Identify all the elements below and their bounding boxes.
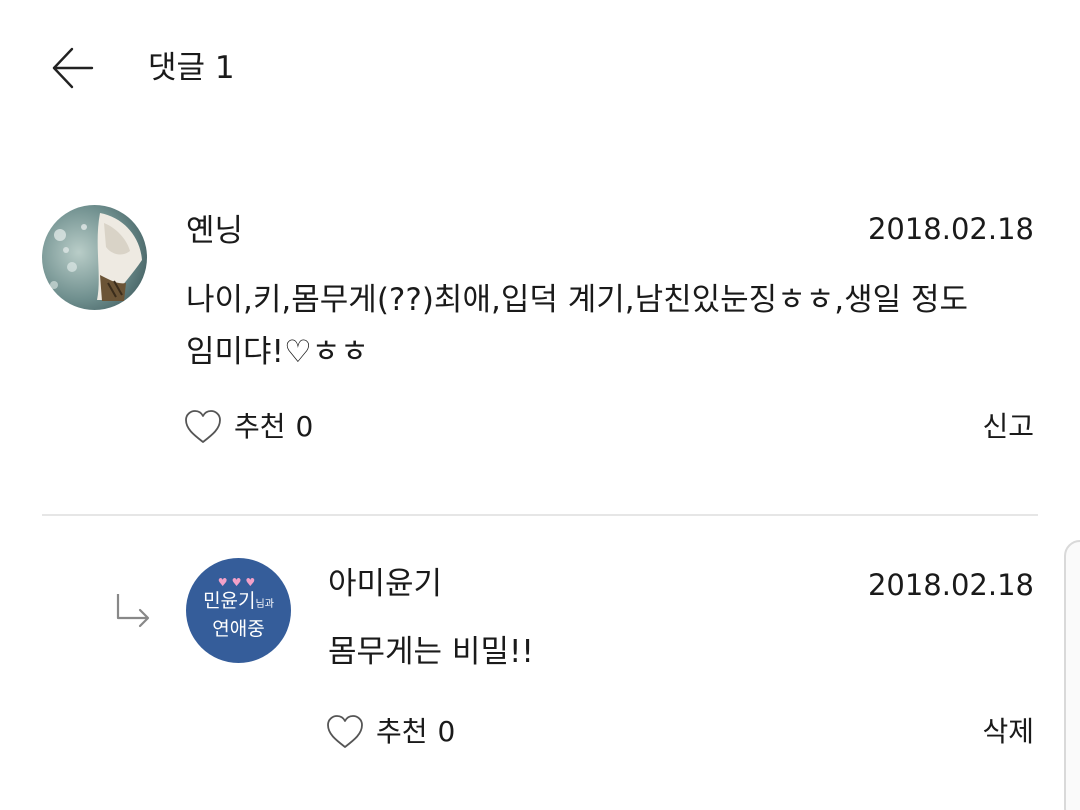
comment-text: 몸무게는 비밀!! [328,634,534,670]
comment-text-line: 나이,키,몸무게(??)최애,입덕 계기,남친있눈징ㅎㅎ,생일 정도 [186,282,969,318]
heart-outline-icon [185,410,221,443]
badge-name-suffix: 님과 [255,598,274,610]
reply-item: ♥♥♥ 민윤기님과 연애중 아미윤기 2018.02.18 몸무게는 비밀!! … [0,516,1080,810]
avatar[interactable] [42,205,147,310]
scrollbar[interactable] [1064,540,1080,810]
badge-text-line: 연애중 [212,617,265,640]
like-count: 0 [295,410,314,443]
reply-arrow-icon [116,594,150,628]
delete-button[interactable]: 삭제 [982,710,1034,754]
like-button[interactable]: 추천 0 [184,405,313,449]
like-count: 0 [437,715,456,748]
like-button[interactable]: 추천 0 [326,710,455,754]
like-label: 추천 [376,715,428,748]
comment-date: 2018.02.18 [867,212,1034,246]
comment-item: 옌닝 2018.02.18 나이,키,몸무게(??)최애,입덕 계기,남친있눈징… [0,0,1080,514]
comment-text-line: 임미댜!♡ㅎㅎ [186,334,369,370]
badge-name: 민윤기 [203,589,256,612]
badge-text-line: 민윤기님과 [203,589,274,617]
comment-author[interactable]: 옌닝 [186,209,243,253]
report-button[interactable]: 신고 [982,405,1034,449]
heart-outline-icon [327,715,363,748]
comments-page: 댓글 1 옌닝 2018.02.18 나이,키,몸무게(??)최애,입덕 계기,… [0,0,1080,810]
avatar[interactable]: ♥♥♥ 민윤기님과 연애중 [186,558,291,663]
comment-author[interactable]: 아미윤기 [328,562,442,606]
like-label: 추천 [234,410,286,443]
badge-hearts: ♥♥♥ [217,575,260,589]
comment-date: 2018.02.18 [867,568,1034,602]
comment-text: 나이,키,몸무게(??)최애,입덕 계기,남친있눈징ㅎㅎ,생일 정도 임미댜!♡… [186,274,1046,378]
avatar-photo-icon [42,205,147,310]
